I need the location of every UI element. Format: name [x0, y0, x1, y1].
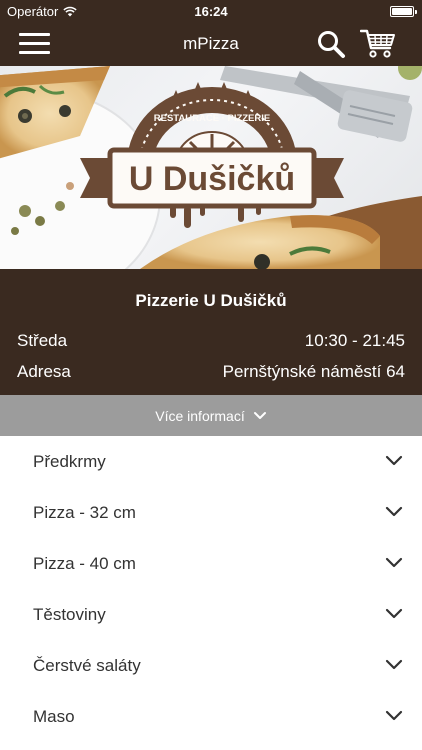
address-label: Adresa [17, 362, 71, 381]
category-testoviny[interactable]: Těstoviny [0, 589, 422, 640]
day-label: Středa [17, 331, 68, 350]
category-label: Pizza - 40 cm [33, 553, 136, 573]
hero-banner: RESTAURACE · PIZZERIE U Dušičků [0, 66, 422, 269]
category-maso[interactable]: Maso [0, 691, 422, 742]
status-bar: Operátor 16:24 [0, 0, 422, 22]
category-label: Maso [33, 706, 75, 726]
category-label: Pizza - 32 cm [33, 502, 136, 522]
more-info-button[interactable]: Více informací [0, 395, 422, 436]
address-value: Pernštýnské náměstí 64 [222, 362, 405, 381]
chevron-down-icon [385, 659, 403, 670]
category-label: Předkrmy [33, 451, 106, 471]
category-predkrmy[interactable]: Předkrmy [0, 436, 422, 487]
category-pizza-32[interactable]: Pizza - 32 cm [0, 487, 422, 538]
more-info-label: Více informací [155, 407, 245, 424]
chevron-down-icon [385, 710, 403, 721]
opening-hours-row: Středa 10:30 - 21:45 [17, 331, 405, 351]
address-row: Adresa Pernštýnské náměstí 64 [17, 362, 405, 382]
chevron-down-icon [385, 557, 403, 568]
opening-hours: 10:30 - 21:45 [304, 331, 405, 350]
search-icon[interactable] [316, 29, 346, 59]
logo-name: U Dušičků [129, 160, 295, 198]
category-salaty[interactable]: Čerstvé saláty [0, 640, 422, 691]
chevron-down-icon [385, 506, 403, 517]
restaurant-name: Pizzerie U Dušičků [135, 291, 287, 310]
status-time: 16:24 [194, 4, 228, 19]
logo-top-text: RESTAURACE · PIZZERIE [154, 113, 270, 124]
chevron-down-icon [385, 455, 403, 466]
cart-icon[interactable] [360, 28, 396, 60]
info-panel: Pizzerie U Dušičků Středa 10:30 - 21:45 … [0, 269, 422, 395]
category-label: Těstoviny [33, 604, 106, 624]
chevron-down-icon [385, 608, 403, 619]
nav-bar: mPizza [0, 22, 422, 66]
restaurant-logo: RESTAURACE · PIZZERIE U Dušičků [80, 82, 344, 228]
category-list: Předkrmy Pizza - 32 cm Pizza - 40 cm Těs… [0, 436, 422, 742]
hero-illustration: RESTAURACE · PIZZERIE U Dušičků [0, 66, 422, 269]
category-label: Čerstvé saláty [33, 655, 141, 675]
nav-title: mPizza [183, 34, 239, 53]
chevron-down-icon [253, 411, 266, 419]
battery-icon [390, 6, 417, 17]
category-pizza-40[interactable]: Pizza - 40 cm [0, 538, 422, 589]
